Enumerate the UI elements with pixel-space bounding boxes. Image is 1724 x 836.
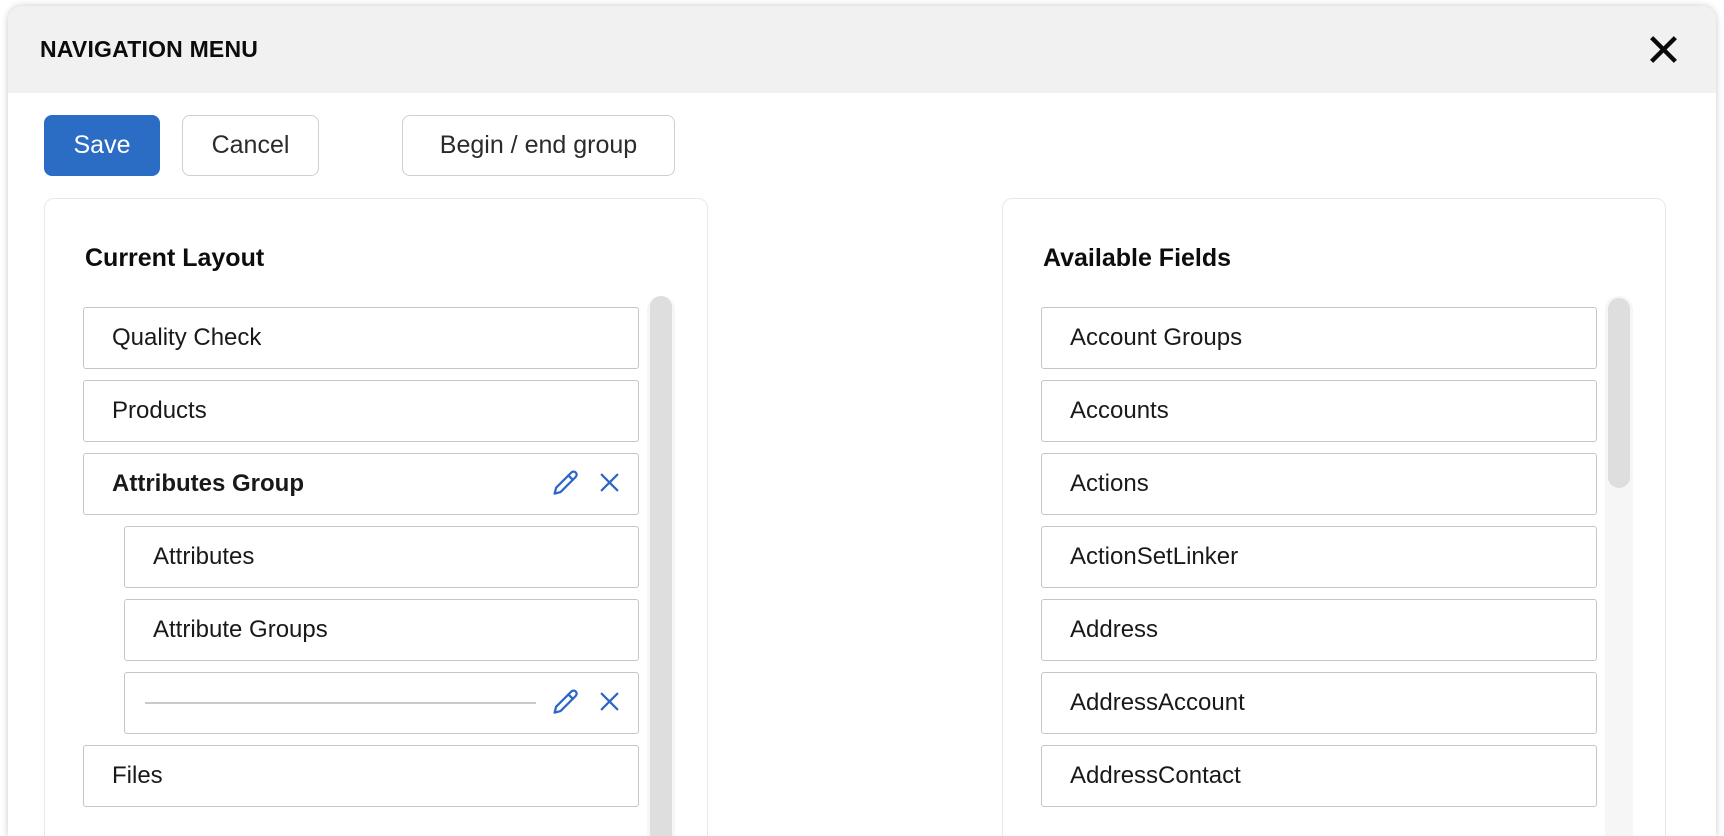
layout-item-label: Products [112, 397, 207, 425]
field-item-addresscontact[interactable]: AddressContact [1041, 745, 1597, 807]
field-item-label: AddressContact [1070, 762, 1241, 790]
field-item-actionsetlinker[interactable]: ActionSetLinker [1041, 526, 1597, 588]
field-item-label: Accounts [1070, 397, 1169, 425]
begin-end-group-button[interactable]: Begin / end group [402, 115, 675, 176]
field-item-account-groups[interactable]: Account Groups [1041, 307, 1597, 369]
field-item-label: Actions [1070, 470, 1149, 498]
layout-group-attributes-group[interactable]: Attributes Group [83, 453, 639, 515]
current-layout-scrollbar[interactable] [647, 296, 675, 836]
modal-title: NAVIGATION MENU [40, 36, 258, 63]
scrollbar-thumb[interactable] [650, 296, 672, 836]
layout-item-empty-group[interactable] [124, 672, 639, 734]
empty-label-line [145, 702, 536, 704]
row-actions [552, 688, 622, 718]
available-fields-heading: Available Fields [1043, 244, 1665, 273]
modal-header: NAVIGATION MENU [8, 6, 1716, 93]
scrollbar-thumb[interactable] [1608, 298, 1630, 488]
layout-item-files[interactable]: Files [83, 745, 639, 807]
close-icon [1647, 33, 1680, 66]
panels-container: Current Layout Quality Check Products At… [44, 198, 1716, 836]
current-layout-heading: Current Layout [85, 244, 707, 273]
x-icon [597, 689, 622, 717]
navigation-menu-modal: NAVIGATION MENU Save Cancel Begin / end … [8, 6, 1716, 836]
x-icon [597, 470, 622, 498]
available-fields-panel: Available Fields Account Groups Accounts… [1002, 198, 1666, 836]
layout-item-products[interactable]: Products [83, 380, 639, 442]
field-item-label: AddressAccount [1070, 689, 1245, 717]
field-item-label: Address [1070, 616, 1158, 644]
layout-item-label: Quality Check [112, 324, 261, 352]
edit-group-button[interactable] [552, 469, 579, 499]
close-button[interactable] [1647, 33, 1680, 66]
remove-group-button[interactable] [597, 689, 622, 717]
save-button[interactable]: Save [44, 115, 160, 176]
available-fields-list: Account Groups Accounts Actions ActionSe… [1003, 307, 1665, 807]
current-layout-panel: Current Layout Quality Check Products At… [44, 198, 708, 836]
remove-group-button[interactable] [597, 470, 622, 498]
layout-item-label: Attribute Groups [153, 616, 328, 644]
field-item-accounts[interactable]: Accounts [1041, 380, 1597, 442]
edit-group-button[interactable] [552, 688, 579, 718]
toolbar: Save Cancel Begin / end group [8, 93, 1716, 176]
field-item-addressaccount[interactable]: AddressAccount [1041, 672, 1597, 734]
layout-item-label: Attributes [153, 543, 254, 571]
layout-item-label: Files [112, 762, 163, 790]
layout-item-attribute-groups[interactable]: Attribute Groups [124, 599, 639, 661]
row-actions [552, 469, 622, 499]
field-item-actions[interactable]: Actions [1041, 453, 1597, 515]
layout-item-attributes[interactable]: Attributes [124, 526, 639, 588]
available-fields-scrollbar[interactable] [1605, 296, 1633, 836]
field-item-label: Account Groups [1070, 324, 1242, 352]
cancel-button[interactable]: Cancel [182, 115, 319, 176]
layout-item-label: Attributes Group [112, 470, 304, 498]
current-layout-list: Quality Check Products Attributes Group [45, 307, 707, 807]
pencil-icon [552, 469, 579, 499]
field-item-address[interactable]: Address [1041, 599, 1597, 661]
layout-item-quality-check[interactable]: Quality Check [83, 307, 639, 369]
field-item-label: ActionSetLinker [1070, 543, 1238, 571]
pencil-icon [552, 688, 579, 718]
